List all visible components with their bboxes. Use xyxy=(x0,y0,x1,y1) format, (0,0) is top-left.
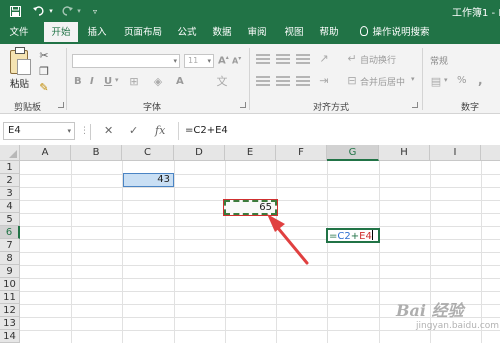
baidu-watermark-logo: Bai 经验 jingyan.baidu.com xyxy=(396,301,500,331)
annotation-arrow xyxy=(267,214,309,265)
